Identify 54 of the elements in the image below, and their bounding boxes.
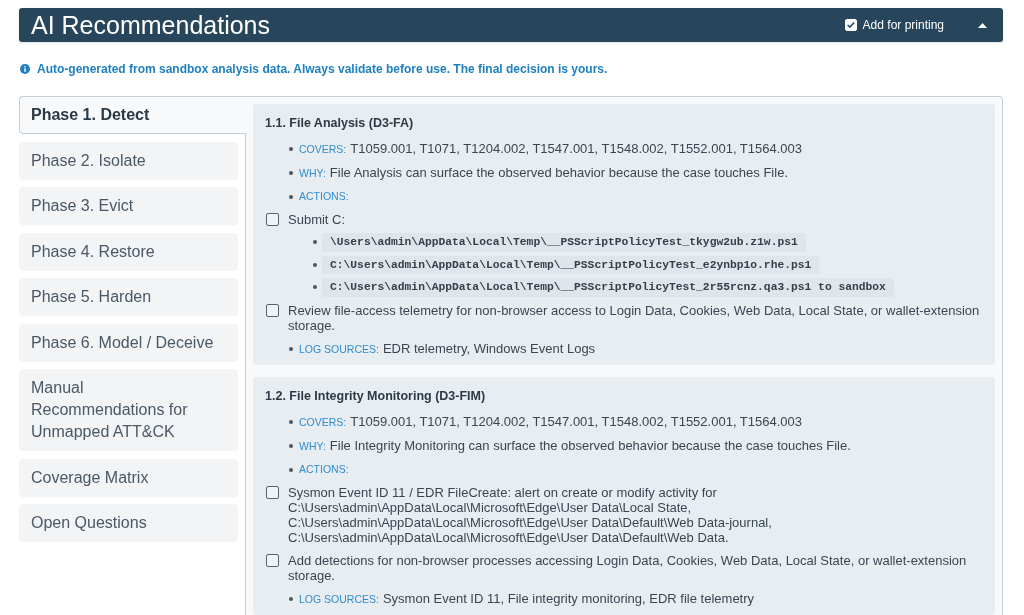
caret-up-icon [978, 22, 987, 28]
card-title: 1.2. File Integrity Monitoring (D3-FIM) [265, 387, 487, 405]
card-title: 1.1. File Analysis (D3-FA) [265, 115, 415, 132]
field-label: ACTIONS: [299, 461, 349, 477]
file-path: C:\Users\admin\AppData\Local\Temp\__PSScriptPolicyTest_e2ynbp1o.rhe.ps1 [322, 255, 820, 274]
field-label: WHY: [299, 438, 326, 454]
bullet-icon [289, 171, 293, 175]
field-label: WHY: [299, 166, 326, 181]
checkbox[interactable] [266, 213, 279, 226]
field-label: COVERS: [299, 142, 347, 157]
info-icon [20, 64, 30, 74]
field-value: T1059.001, T1071, T1204.002, T1547.001, T1548.002, T1552.001, T1564.003 [350, 141, 803, 156]
collapse-button[interactable] [978, 20, 987, 30]
bullet-icon [313, 262, 317, 267]
phase-tab[interactable]: Phase 3. Evict [19, 187, 238, 225]
phase-tab[interactable]: Phase 6. Model / Deceive [19, 323, 238, 362]
bullet-icon [289, 419, 293, 424]
task-text: Review file-access telemetry for non-browser access to Login Data, Cookies, Web Data, Local State, or wallet-extension storage. [288, 302, 981, 333]
field-value: File Integrity Monitoring can surface the observed behavior because the case touches File. [329, 437, 851, 453]
field-value: T1059.001, T1071, T1204.002, T1547.001, T1548.002, T1552.001, T1564.003 [350, 413, 803, 429]
check-icon [846, 22, 855, 28]
bullet-icon [313, 285, 317, 290]
file-path: \Users\admin\AppData\Local\Temp\__PSScriptPolicyTest_tkygw2ub.z1w.ps1 [322, 233, 806, 252]
notice-text: Auto-generated from sandbox analysis data. Always validate before use. The final decision is yours. [37, 61, 608, 77]
phase-tab[interactable]: Manual Recommendations for Unmapped ATT&CK [19, 369, 238, 451]
bullet-icon [313, 240, 317, 245]
task-text: Add detections for non-browser processes accessing Login Data, Cookies, Web Data, Local State, or wallet-extension storage. [288, 552, 968, 583]
field-value: File Analysis can surface the observed behavior because the case touches File. [329, 165, 788, 180]
phase-tab[interactable]: Open Questions [19, 504, 238, 542]
page-title: AI Recommendations [31, 10, 270, 40]
checkbox[interactable] [266, 553, 279, 567]
phase-tab[interactable]: Phase 2. Isolate [19, 141, 238, 180]
field-value: Sysmon Event ID 11, File integrity monitoring, EDR file telemetry [382, 590, 755, 606]
checkbox[interactable] [266, 303, 279, 317]
phase-tab[interactable]: Phase 5. Harden [19, 278, 238, 316]
field-label: COVERS: [299, 414, 347, 430]
phase-tab[interactable]: Coverage Matrix [19, 458, 238, 497]
field-label: ACTIONS: [299, 189, 349, 204]
task-text: Sysmon Event ID 11 / EDR FileCreate: alert on create or modify activity for C:\Users\admin\AppData\Local\Microsoft\Edge\User Data\Local State, C:\Users\admin\AppData\Local\Microsoft\Edge\User Data\Default\Web Data-journal, C:\Users\admin\AppData\Local\Microsoft\Edge\User Data\Default\Web Data. [288, 484, 773, 545]
phase-tab[interactable]: Phase 1. Detect [19, 96, 246, 134]
file-path: C:\Users\admin\AppData\Local\Temp\__PSScriptPolicyTest_2r55rcnz.qa3.ps1 to sandbox [322, 278, 894, 297]
task-text: Submit C: [288, 212, 346, 227]
checkbox[interactable] [266, 485, 279, 499]
checkbox-label[interactable]: Add for printing [862, 17, 944, 33]
bullet-icon [289, 467, 293, 472]
field-label: LOG SOURCES: [299, 341, 379, 357]
field-label: LOG SOURCES: [299, 591, 379, 607]
bullet-icon [289, 346, 293, 351]
phase-tab[interactable]: Phase 4. Restore [19, 232, 238, 271]
bullet-icon [289, 147, 293, 151]
bullet-icon [289, 596, 293, 601]
field-value: EDR telemetry, Windows Event Logs [382, 340, 596, 356]
bullet-icon [289, 195, 293, 199]
bullet-icon [289, 443, 293, 448]
